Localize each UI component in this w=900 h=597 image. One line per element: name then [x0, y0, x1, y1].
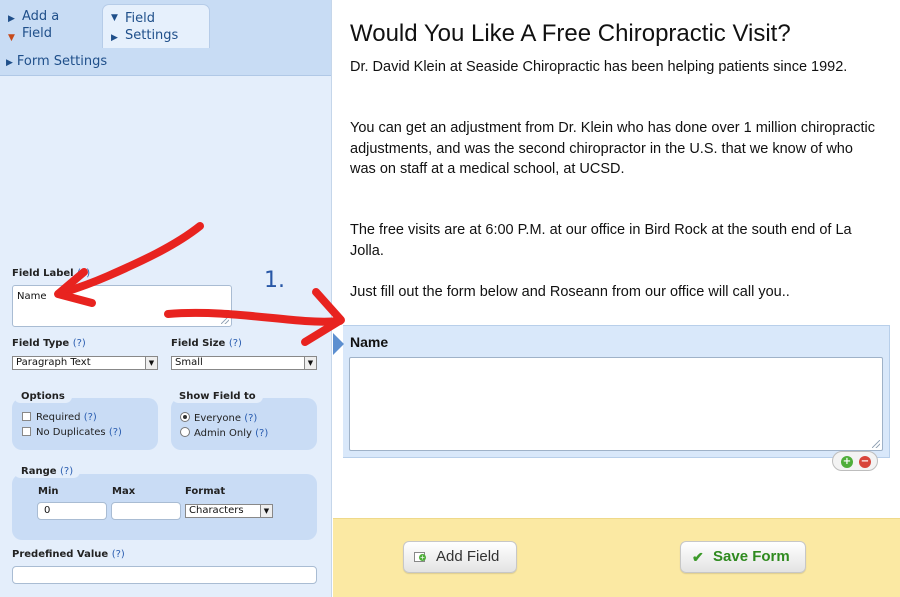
range-min-label: Min: [38, 486, 59, 497]
options-group: [12, 398, 158, 450]
remove-field-icon[interactable]: −: [859, 456, 871, 468]
predefined-value-heading: Predefined Value (?): [12, 549, 125, 560]
help-link[interactable]: (?): [73, 338, 86, 349]
form-paragraph: Just fill out the form below and Roseann…: [350, 284, 790, 300]
radio-icon[interactable]: [180, 427, 190, 437]
help-link[interactable]: (?): [77, 268, 90, 279]
options-title: Options: [14, 390, 72, 403]
predefined-value-input[interactable]: [12, 566, 317, 584]
radio-selected-icon[interactable]: [180, 412, 190, 422]
field-label-textarea[interactable]: Name: [12, 285, 232, 327]
form-paragraph: You can get an adjustment from Dr. Klein…: [350, 120, 875, 177]
help-link[interactable]: (?): [255, 428, 268, 439]
admin-only-radio[interactable]: Admin Only (?): [180, 427, 268, 439]
name-textarea[interactable]: [349, 357, 883, 451]
add-field-icon[interactable]: +: [841, 456, 853, 468]
everyone-radio[interactable]: Everyone (?): [180, 412, 257, 424]
triangle-down-icon: ▼: [111, 13, 118, 23]
resize-handle-icon[interactable]: [872, 440, 880, 448]
form-paragraph: The free visits are at 6:00 P.M. at our …: [350, 222, 852, 259]
sidebar-tab-bar: ▶ ▼ Add a Field ▼ ▶ Field Settings ▶ Form…: [0, 0, 331, 76]
field-label-heading: Field Label (?): [12, 268, 91, 279]
tab-form-settings[interactable]: ▶ Form Settings: [6, 54, 107, 69]
form-preview: Would You Like A Free Chiropractic Visit…: [333, 0, 900, 597]
add-field-icon: [414, 552, 426, 562]
tab-field-settings[interactable]: ▼ ▶ Field Settings: [102, 4, 210, 48]
field-name-label: Name: [350, 334, 389, 350]
field-label-value: Name: [17, 291, 47, 302]
chevron-down-icon: ▼: [260, 505, 272, 517]
save-form-label: Save Form: [713, 548, 790, 565]
range-min-input[interactable]: 0: [37, 502, 107, 520]
help-link[interactable]: (?): [84, 412, 97, 423]
help-link[interactable]: (?): [229, 338, 242, 349]
checkmark-icon: ✔: [692, 549, 704, 565]
form-paragraph: Dr. David Klein at Seaside Chiropractic …: [350, 59, 848, 75]
range-title: Range (?): [14, 465, 81, 478]
help-link[interactable]: (?): [112, 549, 125, 560]
required-checkbox[interactable]: Required (?): [22, 412, 97, 423]
help-link[interactable]: (?): [60, 466, 73, 477]
selected-field-row[interactable]: Name: [343, 325, 890, 458]
help-link[interactable]: (?): [109, 427, 122, 438]
field-type-select[interactable]: Paragraph Text ▼: [12, 356, 158, 370]
range-format-select[interactable]: Characters ▼: [185, 504, 273, 518]
tab-add-a-field-label: Add a Field: [22, 9, 60, 41]
form-footer: Add Field ✔ Save Form: [333, 518, 900, 597]
tab-form-settings-label: Form Settings: [16, 54, 108, 69]
show-field-to-title: Show Field to: [172, 390, 263, 403]
step-number: 1.: [264, 268, 285, 293]
range-format-label: Format: [185, 486, 226, 497]
add-remove-controls: + −: [832, 451, 878, 471]
range-max-label: Max: [112, 486, 136, 497]
form-title: Would You Like A Free Chiropractic Visit…: [350, 20, 791, 47]
field-type-heading: Field Type (?): [12, 338, 86, 349]
chevron-down-icon: ▼: [145, 357, 157, 369]
chevron-down-icon: ▼: [304, 357, 316, 369]
field-size-heading: Field Size (?): [171, 338, 242, 349]
resize-handle-icon[interactable]: [221, 316, 229, 324]
tab-field-settings-label: Field Settings: [125, 11, 179, 43]
save-form-button[interactable]: ✔ Save Form: [680, 541, 806, 573]
show-field-to-group: [171, 398, 317, 450]
triangle-down-icon: ▼: [8, 33, 15, 43]
add-field-button[interactable]: Add Field: [403, 541, 517, 573]
triangle-right-icon: ▶: [111, 33, 118, 43]
triangle-right-icon: ▶: [6, 58, 13, 68]
field-size-select[interactable]: Small ▼: [171, 356, 317, 370]
checkbox-icon[interactable]: [22, 427, 31, 436]
help-link[interactable]: (?): [244, 413, 257, 424]
no-duplicates-checkbox[interactable]: No Duplicates (?): [22, 427, 122, 438]
add-field-label: Add Field: [436, 548, 500, 565]
range-max-input[interactable]: [111, 502, 181, 520]
tab-add-a-field[interactable]: ▶ ▼ Add a Field: [8, 8, 88, 48]
field-settings-panel: ▶ ▼ Add a Field ▼ ▶ Field Settings ▶ Form…: [0, 0, 332, 597]
checkbox-icon[interactable]: [22, 412, 31, 421]
field-pointer-icon: [333, 333, 344, 355]
triangle-right-icon: ▶: [8, 14, 15, 24]
